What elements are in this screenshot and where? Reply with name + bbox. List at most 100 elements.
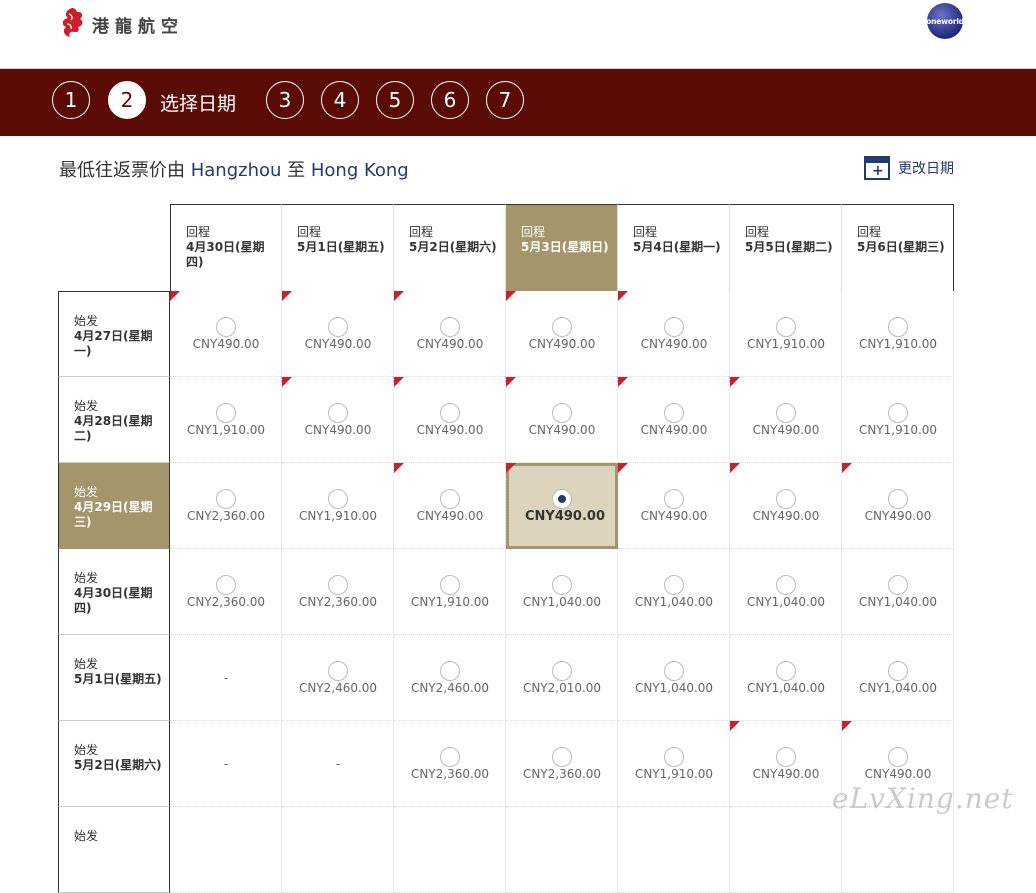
fare-cell[interactable]: CNY1,910.00 (730, 291, 842, 377)
fare-cell[interactable]: CNY2,460.00 (282, 635, 394, 721)
fare-cell[interactable]: CNY2,360.00 (170, 463, 282, 549)
fare-cell[interactable]: CNY490.00 (394, 291, 506, 377)
fare-radio[interactable] (664, 489, 684, 509)
fare-cell[interactable]: CNY490.00 (842, 463, 954, 549)
fare-cell[interactable]: CNY490.00 (506, 291, 618, 377)
fare-radio[interactable] (328, 661, 348, 681)
fare-radio[interactable] (328, 575, 348, 595)
fare-cell[interactable]: CNY490.00 (730, 721, 842, 807)
fare-radio[interactable] (664, 317, 684, 337)
depart-date-header[interactable]: 始发 5月1日(星期五) (58, 635, 170, 721)
fare-cell[interactable]: CNY2,360.00 (170, 549, 282, 635)
fare-radio[interactable] (440, 317, 460, 337)
fare-cell[interactable]: CNY2,460.00 (394, 635, 506, 721)
fare-cell[interactable]: CNY2,360.00 (394, 721, 506, 807)
fare-cell[interactable]: CNY1,040.00 (618, 635, 730, 721)
fare-radio[interactable] (552, 489, 572, 509)
return-date-header[interactable]: 回程 4月30日(星期四) (170, 204, 282, 291)
fare-cell[interactable]: CNY1,910.00 (842, 291, 954, 377)
fare-radio[interactable] (776, 747, 796, 767)
step-3[interactable]: 3 (266, 81, 304, 119)
fare-cell[interactable]: CNY490.00 (730, 463, 842, 549)
fare-cell[interactable]: CNY490.00 (282, 377, 394, 463)
depart-date-header[interactable]: 始发 4月30日(星期四) (58, 549, 170, 635)
fare-radio[interactable] (328, 489, 348, 509)
fare-cell[interactable]: CNY1,910.00 (282, 463, 394, 549)
fare-cell[interactable]: CNY1,910.00 (842, 377, 954, 463)
step-7[interactable]: 7 (486, 81, 524, 119)
fare-radio[interactable] (888, 661, 908, 681)
fare-radio[interactable] (776, 403, 796, 423)
fare-cell[interactable]: CNY2,360.00 (506, 721, 618, 807)
fare-cell[interactable]: CNY1,910.00 (170, 377, 282, 463)
fare-radio[interactable] (440, 661, 460, 681)
fare-radio[interactable] (776, 661, 796, 681)
fare-radio[interactable] (440, 575, 460, 595)
fare-radio[interactable] (664, 747, 684, 767)
fare-radio[interactable] (440, 403, 460, 423)
return-date-header[interactable]: 回程 5月4日(星期一) (618, 204, 730, 291)
fare-radio[interactable] (328, 403, 348, 423)
fare-cell[interactable]: CNY490.00 (506, 377, 618, 463)
fare-cell[interactable]: CNY490.00 (618, 377, 730, 463)
fare-radio[interactable] (440, 489, 460, 509)
return-date-header[interactable]: 回程 5月2日(星期六) (394, 204, 506, 291)
fare-cell[interactable]: CNY1,910.00 (394, 549, 506, 635)
fare-cell[interactable]: CNY490.00 (618, 291, 730, 377)
fare-cell[interactable]: CNY1,040.00 (506, 549, 618, 635)
fare-radio[interactable] (776, 317, 796, 337)
depart-date-header[interactable]: 始发 4月28日(星期二) (58, 377, 170, 463)
fare-radio[interactable] (888, 575, 908, 595)
depart-date-header[interactable]: 始发 4月27日(星期一) (58, 291, 170, 377)
return-date-header[interactable]: 回程 5月3日(星期日) (506, 204, 618, 291)
fare-radio[interactable] (216, 317, 236, 337)
fare-radio[interactable] (552, 403, 572, 423)
fare-cell[interactable]: CNY490.00 (170, 291, 282, 377)
fare-radio[interactable] (552, 575, 572, 595)
fare-cell[interactable]: CNY1,040.00 (842, 635, 954, 721)
step-2[interactable]: 2 (108, 81, 146, 119)
change-date-button[interactable]: + 更改日期 (864, 156, 954, 180)
fare-cell[interactable]: CNY1,040.00 (730, 635, 842, 721)
depart-date-header[interactable]: 始发 5月2日(星期六) (58, 721, 170, 807)
fare-cell[interactable]: CNY490.00 (506, 463, 618, 549)
fare-radio[interactable] (776, 575, 796, 595)
fare-cell[interactable]: CNY490.00 (282, 291, 394, 377)
fare-radio[interactable] (664, 403, 684, 423)
step-6[interactable]: 6 (431, 81, 469, 119)
fare-radio[interactable] (888, 317, 908, 337)
fare-cell[interactable]: CNY1,040.00 (618, 549, 730, 635)
depart-date-header[interactable]: 始发 4月29日(星期三) (58, 463, 170, 549)
fare-radio[interactable] (440, 747, 460, 767)
fare-cell[interactable]: CNY1,910.00 (618, 721, 730, 807)
oneworld-badge[interactable]: oneworld (926, 3, 964, 39)
fare-radio[interactable] (216, 575, 236, 595)
return-date-header[interactable]: 回程 5月1日(星期五) (282, 204, 394, 291)
step-4[interactable]: 4 (321, 81, 359, 119)
return-date-header[interactable]: 回程 5月6日(星期三) (842, 204, 954, 291)
fare-radio[interactable] (328, 317, 348, 337)
fare-cell[interactable]: CNY490.00 (730, 377, 842, 463)
fare-radio[interactable] (552, 317, 572, 337)
fare-cell[interactable]: CNY2,360.00 (282, 549, 394, 635)
fare-cell[interactable]: CNY490.00 (394, 463, 506, 549)
fare-radio[interactable] (888, 489, 908, 509)
fare-cell[interactable]: CNY490.00 (618, 463, 730, 549)
return-date-header[interactable]: 回程 5月5日(星期二) (730, 204, 842, 291)
fare-radio[interactable] (216, 403, 236, 423)
fare-cell[interactable]: CNY2,010.00 (506, 635, 618, 721)
fare-radio[interactable] (888, 403, 908, 423)
fare-radio[interactable] (552, 661, 572, 681)
step-1[interactable]: 1 (52, 81, 90, 119)
fare-radio[interactable] (216, 489, 236, 509)
fare-radio[interactable] (776, 489, 796, 509)
fare-radio[interactable] (552, 747, 572, 767)
depart-date-header[interactable]: 始发 (58, 807, 170, 893)
fare-radio[interactable] (664, 575, 684, 595)
fare-cell[interactable]: CNY1,040.00 (730, 549, 842, 635)
fare-radio[interactable] (664, 661, 684, 681)
step-5[interactable]: 5 (376, 81, 414, 119)
fare-cell[interactable]: CNY1,040.00 (842, 549, 954, 635)
fare-cell[interactable]: CNY490.00 (394, 377, 506, 463)
fare-radio[interactable] (888, 747, 908, 767)
